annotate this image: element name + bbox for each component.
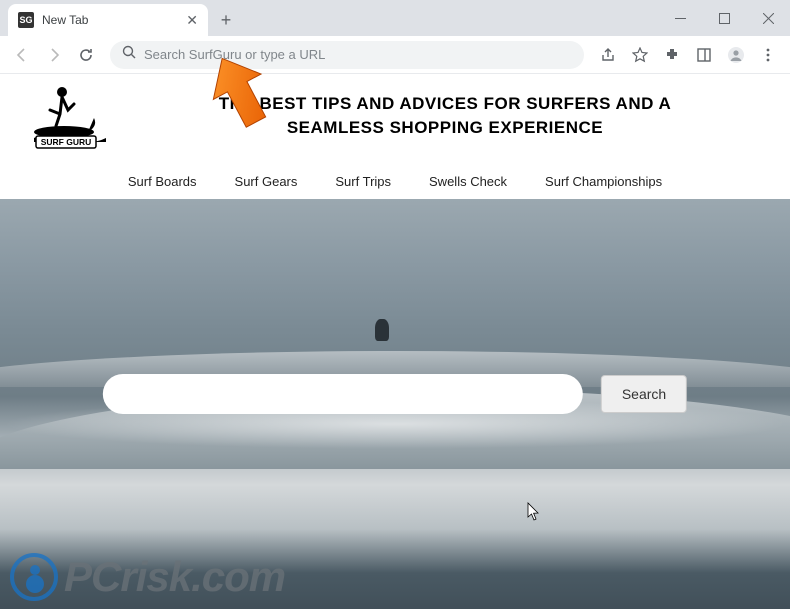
- browser-tab[interactable]: SG New Tab ✕: [8, 4, 208, 36]
- page-content: SURF GURU THE BEST TIPS AND ADVICES FOR …: [0, 74, 790, 609]
- tab-close-button[interactable]: ✕: [186, 12, 198, 29]
- maximize-button[interactable]: [702, 3, 746, 33]
- back-button[interactable]: [8, 41, 36, 69]
- side-panel-icon[interactable]: [690, 41, 718, 69]
- search-icon: [122, 45, 136, 64]
- browser-titlebar: SG New Tab ✕ +: [0, 0, 790, 36]
- nav-surf-gears[interactable]: Surf Gears: [235, 174, 298, 189]
- tab-favicon: SG: [18, 12, 34, 28]
- surfguru-logo[interactable]: SURF GURU: [20, 82, 120, 162]
- bookmark-star-icon[interactable]: [626, 41, 654, 69]
- menu-dots-icon[interactable]: [754, 41, 782, 69]
- profile-avatar-icon[interactable]: [722, 41, 750, 69]
- forward-button[interactable]: [40, 41, 68, 69]
- reload-button[interactable]: [72, 41, 100, 69]
- tab-title: New Tab: [42, 13, 178, 27]
- page-header: SURF GURU THE BEST TIPS AND ADVICES FOR …: [0, 74, 790, 166]
- new-tab-button[interactable]: +: [212, 6, 240, 34]
- surfer-figure: [375, 319, 389, 341]
- nav-swells-check[interactable]: Swells Check: [429, 174, 507, 189]
- close-window-button[interactable]: [746, 3, 790, 33]
- address-bar-placeholder: Search SurfGuru or type a URL: [144, 47, 572, 62]
- nav-surf-trips[interactable]: Surf Trips: [335, 174, 391, 189]
- site-nav: Surf Boards Surf Gears Surf Trips Swells…: [0, 166, 790, 199]
- address-bar[interactable]: Search SurfGuru or type a URL: [110, 41, 584, 69]
- headline-line1: THE BEST TIPS AND ADVICES FOR SURFERS AN…: [219, 94, 672, 113]
- share-icon[interactable]: [594, 41, 622, 69]
- page-headline: THE BEST TIPS AND ADVICES FOR SURFERS AN…: [120, 82, 770, 140]
- browser-toolbar: Search SurfGuru or type a URL: [0, 36, 790, 74]
- nav-surf-boards[interactable]: Surf Boards: [128, 174, 197, 189]
- hero-image: Search Uninstall| Terms of Conditions| P…: [0, 199, 790, 609]
- minimize-button[interactable]: [658, 3, 702, 33]
- nav-surf-championships[interactable]: Surf Championships: [545, 174, 662, 189]
- site-search-input[interactable]: [103, 374, 583, 414]
- svg-text:SURF GURU: SURF GURU: [41, 137, 92, 147]
- search-row: Search: [103, 374, 687, 414]
- headline-line2: SEAMLESS SHOPPING EXPERIENCE: [287, 118, 603, 137]
- site-search-button[interactable]: Search: [601, 375, 687, 413]
- extensions-icon[interactable]: [658, 41, 686, 69]
- window-controls: [658, 0, 790, 36]
